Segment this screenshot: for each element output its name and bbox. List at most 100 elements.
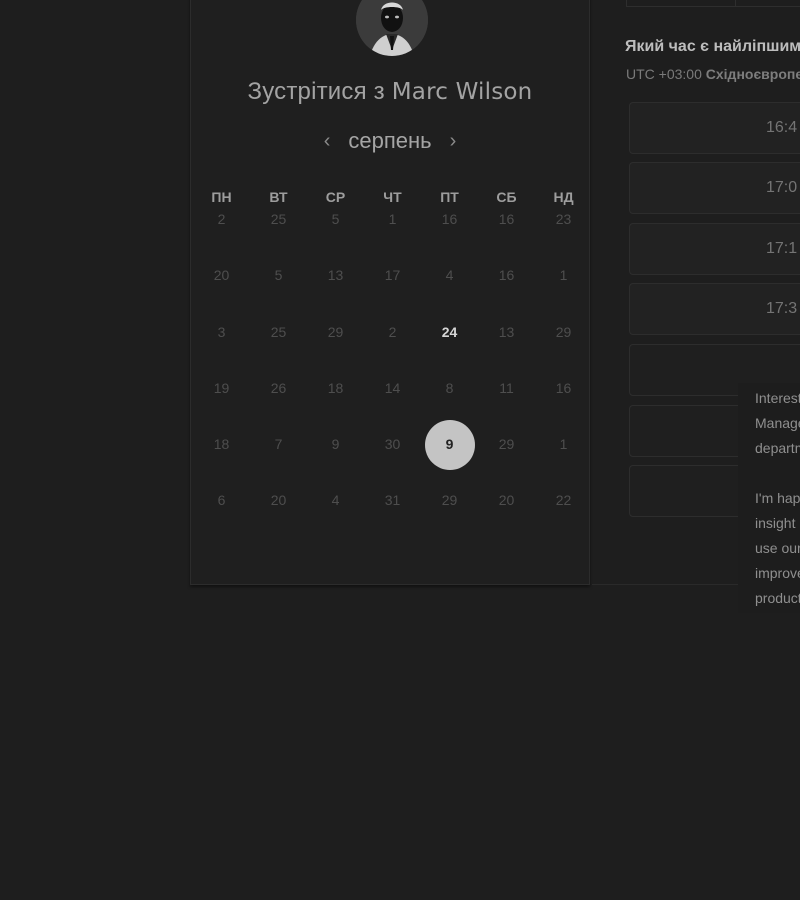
calendar-day-number: 9 xyxy=(445,436,454,453)
calendar-day-number: 14 xyxy=(384,379,401,396)
calendar-day[interactable]: 14 xyxy=(364,377,421,433)
calendar-day[interactable]: 16 xyxy=(535,377,592,433)
weekday-label: НД xyxy=(553,189,574,205)
chevron-right-icon[interactable]: › xyxy=(448,131,459,151)
calendar-day[interactable]: 20 xyxy=(250,489,307,545)
time-slot-3[interactable]: 17:1 xyxy=(629,223,800,275)
bio-line: use our xyxy=(755,540,800,556)
weekday-label: ПТ xyxy=(440,189,459,205)
calendar-day[interactable]: 30 xyxy=(364,433,421,489)
calendar-day[interactable]: 1 xyxy=(535,264,592,320)
calendar-day[interactable]: 22 xyxy=(535,489,592,545)
calendar-day[interactable]: 5 xyxy=(250,264,307,320)
calendar-day[interactable]: 1 xyxy=(535,433,592,489)
bio-line: Interest xyxy=(755,390,800,406)
calendar-day-number: 4 xyxy=(445,267,454,284)
bio-line: insight xyxy=(755,515,796,531)
calendar-day[interactable]: 13 xyxy=(307,264,364,320)
calendar-day-number: 30 xyxy=(384,436,401,453)
bio-spacer xyxy=(738,461,800,486)
calendar-day[interactable]: 29 xyxy=(307,321,364,377)
calendar-day-number: 1 xyxy=(388,211,397,227)
calendar-day[interactable]: 20 xyxy=(478,489,535,545)
calendar-day[interactable]: 1 xyxy=(364,208,421,264)
calendar-day[interactable]: 5 xyxy=(307,208,364,264)
bio-paragraph-1: Interest Manage departm xyxy=(738,383,800,461)
calendar-day-number: 4 xyxy=(331,492,340,509)
calendar-day[interactable]: 4 xyxy=(307,489,364,545)
calendar-day-number: 9 xyxy=(331,436,340,453)
calendar-day-number: 22 xyxy=(555,492,572,509)
calendar-day[interactable]: 18 xyxy=(193,433,250,489)
calendar-day[interactable]: 31 xyxy=(364,489,421,545)
calendar-day-number: 13 xyxy=(498,323,515,340)
calendar-day[interactable]: 17 xyxy=(364,264,421,320)
time-slot-2[interactable]: 17:0 xyxy=(629,162,800,214)
calendar-day[interactable]: 6 xyxy=(193,489,250,545)
calendar-day-number: 17 xyxy=(384,267,401,284)
host-bio-popover: Interest Manage departm I'm hap insight … xyxy=(738,383,800,613)
calendar-day-number: 5 xyxy=(274,267,283,284)
time-slot-label: 16:4 xyxy=(766,119,798,136)
calendar-day-number: 20 xyxy=(270,492,287,509)
calendar-day[interactable]: 9 xyxy=(307,433,364,489)
calendar-week: 18 7 9 30 9 29 1 xyxy=(193,420,592,489)
month-navigation: ‹ серпень › xyxy=(190,126,590,156)
meeting-title-prefix: Зустрітися з xyxy=(247,78,385,105)
calendar-day-selected[interactable]: 9 xyxy=(421,420,478,489)
calendar-day[interactable]: 3 xyxy=(193,321,250,377)
calendar-day[interactable]: 25 xyxy=(250,208,307,264)
time-slot-label: 17:0 xyxy=(766,179,798,196)
calendar-day[interactable]: 2 xyxy=(364,321,421,377)
time-slot-1[interactable]: 16:4 xyxy=(629,102,800,154)
calendar-day[interactable]: 16 xyxy=(421,208,478,264)
timezone-name: Східноєвропе xyxy=(705,66,800,82)
calendar-day[interactable]: 29 xyxy=(535,321,592,377)
calendar-day[interactable]: 16 xyxy=(478,208,535,264)
calendar-day-number: 2 xyxy=(217,211,226,227)
calendar-grid: ПН ВТ СР ЧТ ПТ СБ НД 2 25 5 1 16 16 23 20 5 13 17 4… xyxy=(193,186,592,546)
calendar-day-number: 29 xyxy=(498,436,515,453)
calendar-day-number: 6 xyxy=(217,492,226,509)
calendar-day-number: 18 xyxy=(327,379,344,396)
calendar-day[interactable]: 18 xyxy=(307,377,364,433)
timezone-label[interactable]: UTC +03:00 Східноєвропе xyxy=(626,66,800,82)
calendar-day[interactable]: 16 xyxy=(478,264,535,320)
calendar-day-number: 2 xyxy=(388,323,397,340)
calendar-day-number: 31 xyxy=(384,492,401,509)
calendar-day[interactable]: 7 xyxy=(250,433,307,489)
meeting-title: Зустрітися з Marc Wilson xyxy=(190,78,590,106)
time-slot-label: 17:1 xyxy=(766,240,798,257)
calendar-day-number: 20 xyxy=(498,492,515,509)
time-slot-label: 17:3 xyxy=(766,300,798,317)
calendar-day[interactable]: 4 xyxy=(421,264,478,320)
calendar-day[interactable]: 25 xyxy=(250,321,307,377)
calendar-day[interactable]: 24 xyxy=(421,321,478,377)
calendar-day-number: 25 xyxy=(270,323,287,340)
chevron-left-icon[interactable]: ‹ xyxy=(322,131,333,151)
bio-line: Manage xyxy=(755,415,800,431)
calendar-day[interactable]: 26 xyxy=(250,377,307,433)
calendar-day[interactable]: 19 xyxy=(193,377,250,433)
calendar-day-number: 20 xyxy=(213,267,230,284)
calendar-day-number: 29 xyxy=(555,323,572,340)
calendar-day[interactable]: 29 xyxy=(421,489,478,545)
calendar-week: 2 25 5 1 16 16 23 xyxy=(193,208,592,264)
calendar-day[interactable]: 23 xyxy=(535,208,592,264)
bio-line: improve xyxy=(755,565,800,581)
calendar-day-number: 11 xyxy=(499,379,514,396)
calendar-day-number: 16 xyxy=(441,211,458,227)
calendar-week: 3 25 29 2 24 13 29 xyxy=(193,321,592,377)
calendar-day-number: 16 xyxy=(498,267,515,284)
calendar-day-number: 23 xyxy=(555,211,572,227)
calendar-day[interactable]: 13 xyxy=(478,321,535,377)
time-slot-4[interactable]: 17:3 xyxy=(629,283,800,335)
calendar-day-number: 3 xyxy=(217,323,226,340)
calendar-day[interactable]: 11 xyxy=(478,377,535,433)
calendar-day[interactable]: 2 xyxy=(193,208,250,264)
bio-line: product xyxy=(755,590,800,606)
calendar-day[interactable]: 29 xyxy=(478,433,535,489)
calendar-day-number: 1 xyxy=(559,267,568,284)
calendar-day[interactable]: 20 xyxy=(193,264,250,320)
weekday-label: СР xyxy=(325,189,346,205)
